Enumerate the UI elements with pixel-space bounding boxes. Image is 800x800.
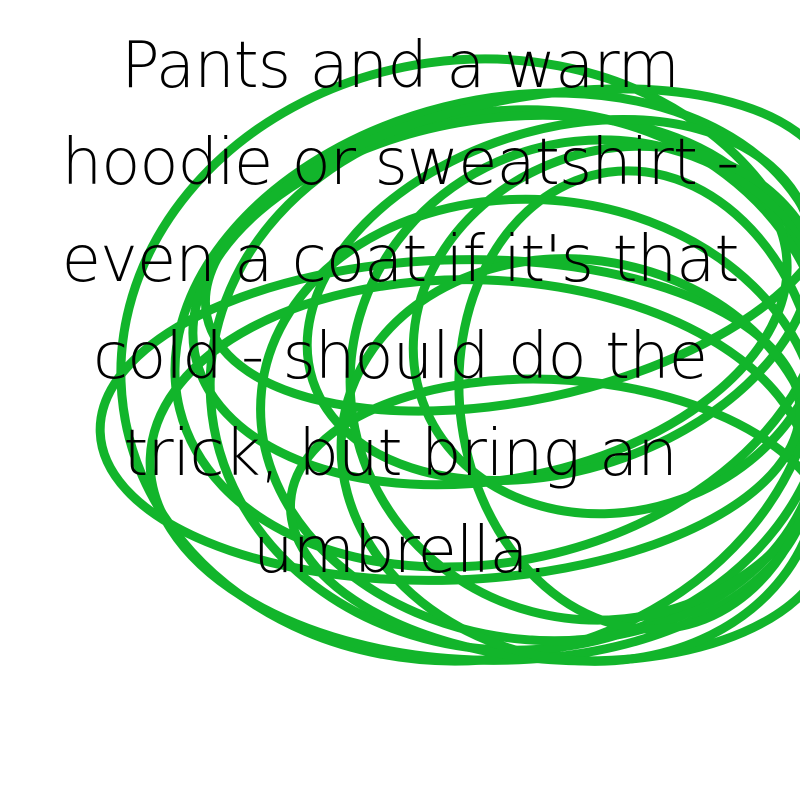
canvas: Pants and a warm hoodie or sweatshirt - …	[0, 0, 800, 800]
caption-text: Pants and a warm hoodie or sweatshirt - …	[61, 29, 740, 588]
